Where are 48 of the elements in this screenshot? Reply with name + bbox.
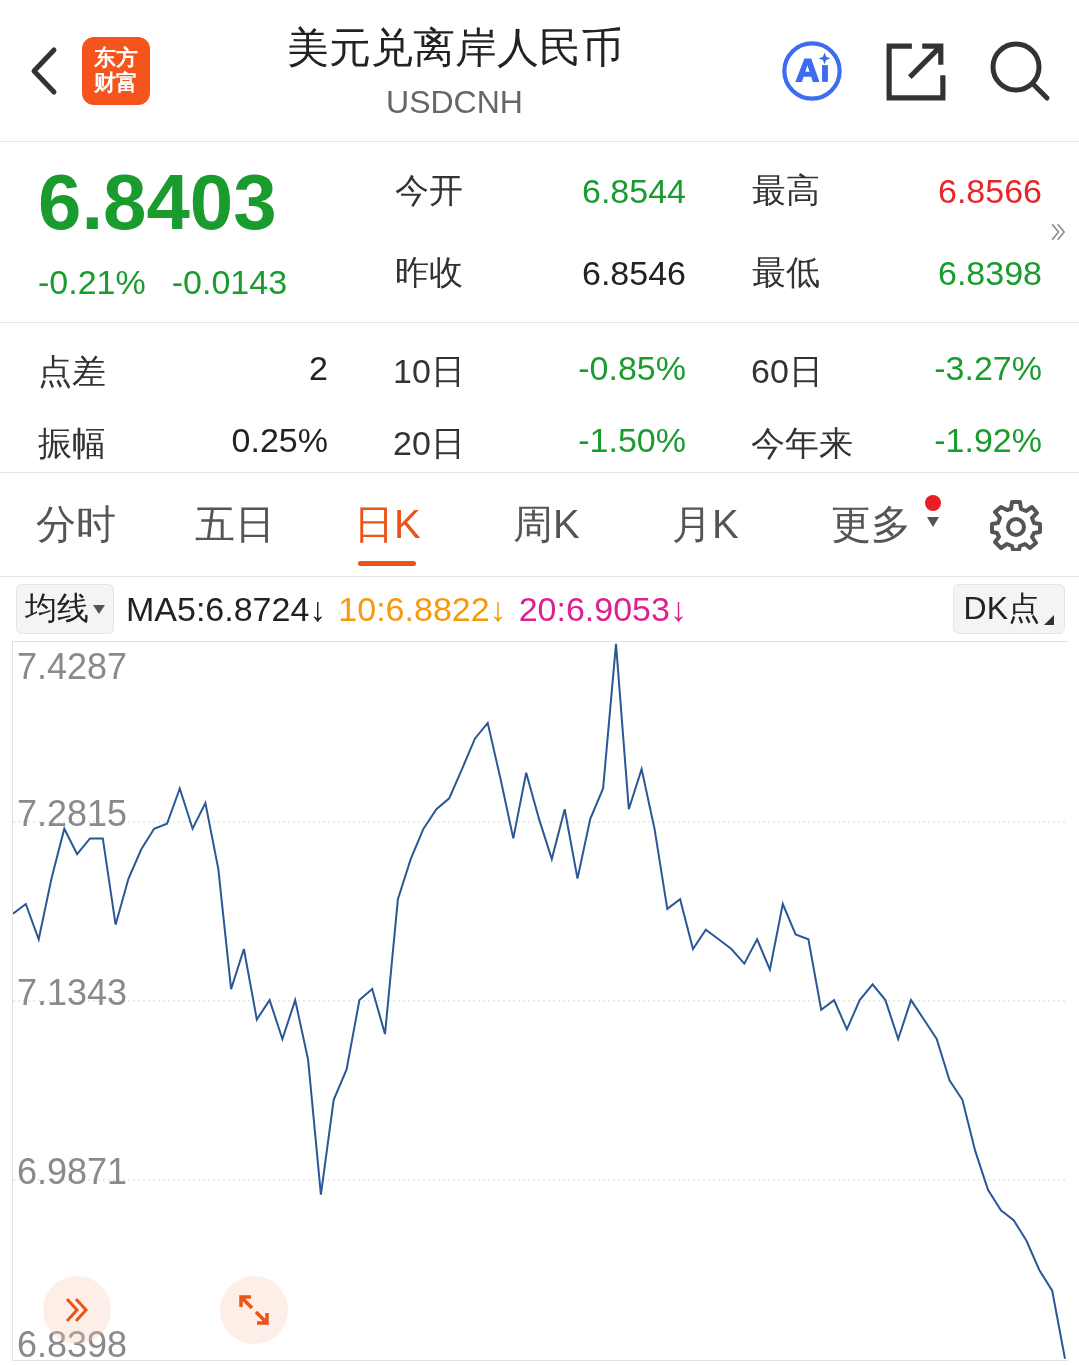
stat-value: -1.50% xyxy=(577,421,686,461)
stat-label: 10日 xyxy=(392,351,466,392)
current-price: 6.8403 xyxy=(38,162,278,241)
page-title: 美元兑离岸人民币 xyxy=(286,23,623,73)
stat-label: 今年来 xyxy=(750,423,854,464)
field-label: 今开 xyxy=(395,170,464,211)
stat-value: -0.85% xyxy=(577,349,686,389)
stat-label: 20日 xyxy=(392,423,466,464)
diagonal-arrows-icon xyxy=(237,1293,271,1327)
period-tab[interactable]: 更多 xyxy=(831,475,990,574)
moving-average-value: 10:6.8822↓ xyxy=(338,589,507,629)
indicator-dropdown[interactable]: 均线 xyxy=(16,584,114,634)
axis-label: 7.2815 xyxy=(17,792,128,834)
period-tab[interactable]: 五日 xyxy=(195,475,354,574)
stat-value: -1.92% xyxy=(933,421,1042,461)
field-value: 6.8566 xyxy=(937,171,1042,211)
period-tab[interactable]: 分时 xyxy=(36,475,195,574)
axis-label: 7.1343 xyxy=(17,971,128,1013)
settings-icon[interactable] xyxy=(990,498,1042,551)
field-value: 6.8544 xyxy=(581,171,686,211)
symbol-code: USDCNH xyxy=(386,84,523,121)
search-icon[interactable] xyxy=(989,39,1051,102)
app-logo: 东方 财富 xyxy=(82,36,150,105)
stat-label: 点差 xyxy=(38,351,107,392)
moving-average-value: 20:6.9053↓ xyxy=(518,589,687,629)
field-label: 昨收 xyxy=(395,252,464,293)
field-value: 6.8398 xyxy=(937,253,1042,293)
stat-value: 0.25% xyxy=(230,421,328,461)
dk-point-button[interactable]: DK点 xyxy=(952,584,1065,634)
stat-value: -3.27% xyxy=(933,349,1042,389)
ai-assistant-icon[interactable] xyxy=(781,39,843,102)
period-tab[interactable]: 月K xyxy=(672,475,831,574)
field-value: 6.8546 xyxy=(581,253,686,293)
change-percent: -0.21% xyxy=(38,262,146,302)
change-amount: -0.0143 xyxy=(171,262,288,302)
axis-label: 6.9871 xyxy=(17,1150,128,1192)
axis-label: 6.8398 xyxy=(17,1324,128,1360)
period-tab[interactable]: 日K xyxy=(354,475,513,574)
period-tab[interactable]: 周K xyxy=(513,475,672,574)
moving-average-value: MA5:6.8724↓ xyxy=(126,589,327,629)
stat-label: 振幅 xyxy=(38,423,107,464)
axis-label: 7.4287 xyxy=(17,646,128,687)
field-label: 最高 xyxy=(751,170,821,211)
caret-icon xyxy=(93,604,105,614)
field-label: 最低 xyxy=(751,252,821,293)
stat-label: 60日 xyxy=(750,351,824,392)
stat-value: 2 xyxy=(308,349,328,389)
corner-triangle-icon xyxy=(1044,615,1054,625)
